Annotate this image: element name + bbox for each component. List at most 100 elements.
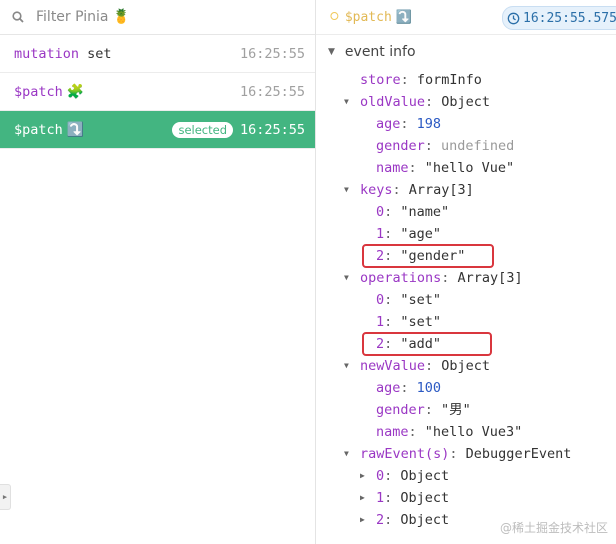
tree-value: "set"	[400, 292, 442, 308]
event-detail-pane: ⭘ $patch ⤵️ 16:25:55.575 ▼ event info st…	[316, 0, 616, 544]
tree-key: newValue	[360, 358, 426, 374]
tree-key: name	[376, 160, 409, 176]
arrow-down-icon: ⤵️	[66, 121, 85, 138]
tree-row: gender: undefined	[376, 138, 515, 154]
mutation-kind: mutation	[14, 45, 80, 62]
mutation-time: 16:25:55	[239, 121, 305, 138]
tree-key: 0	[376, 468, 385, 484]
tree-row: name: "hello Vue"	[376, 160, 515, 176]
tree-type: Array[3]	[457, 270, 523, 286]
tree-value: 198	[416, 116, 442, 132]
mutation-row[interactable]: mutation set 16:25:55	[0, 35, 315, 73]
tree-value: "hello Vue"	[424, 160, 515, 176]
tree-key: age	[376, 116, 401, 132]
timestamp-badge: 16:25:55.575	[502, 6, 616, 30]
tree-value: "男"	[441, 402, 471, 418]
tree-type: Object	[441, 358, 491, 374]
mutation-row-selected[interactable]: $patch ⤵️ selected 16:25:55	[0, 111, 315, 149]
tree-key: 0	[376, 204, 385, 220]
filter-input[interactable]: Filter Pinia	[36, 9, 109, 25]
tree-type: Object	[400, 512, 450, 528]
mutation-row[interactable]: $patch 🧩 16:25:55	[0, 73, 315, 111]
tree-node-rawevents[interactable]: ▼ rawEvent(s): DebuggerEvent	[316, 443, 616, 465]
tree-key: gender	[376, 402, 425, 418]
tree-key: store	[360, 72, 401, 88]
pineapple-icon: 🍍	[112, 9, 130, 25]
mutation-kind: $patch	[14, 121, 63, 138]
caret-right-icon[interactable]: ▶	[360, 465, 365, 487]
tree-type: Object	[400, 490, 450, 506]
caret-down-icon[interactable]: ▼	[344, 443, 349, 465]
timestamp-text: 16:25:55.575	[523, 10, 616, 26]
tree-row-highlighted: 2: "gender"	[316, 244, 616, 268]
tree-key: 1	[376, 490, 385, 506]
tree-key: age	[376, 380, 401, 396]
tree-node-newvalue[interactable]: ▼ newValue: Object	[316, 355, 616, 377]
tree-key: oldValue	[360, 94, 426, 110]
detail-title: $patch	[344, 9, 392, 25]
tree-key: rawEvent(s)	[360, 446, 450, 462]
caret-down-icon[interactable]: ▼	[344, 179, 349, 201]
caret-right-icon[interactable]: ▶	[360, 487, 365, 509]
tree-row: age: 100	[376, 380, 442, 396]
detail-header: ⭘ $patch ⤵️ 16:25:55.575	[316, 0, 616, 35]
selected-badge: selected	[172, 121, 233, 138]
event-tree: store: formInfo ▼ oldValue: Object age: …	[316, 69, 616, 531]
tree-key: operations	[360, 270, 442, 286]
search-icon	[12, 11, 24, 23]
tree-value: formInfo	[416, 72, 482, 88]
tree-row-store: store: formInfo	[360, 72, 482, 88]
tree-type: Object	[441, 94, 491, 110]
expand-pane-handle[interactable]: ▶	[0, 484, 11, 510]
mutation-name: set	[87, 45, 112, 62]
tree-key: name	[376, 424, 409, 440]
tree-key: 1	[376, 226, 385, 242]
filter-bar[interactable]: Filter Pinia 🍍	[0, 0, 315, 35]
mutation-kind: $patch	[14, 83, 63, 100]
clock-icon	[507, 12, 520, 24]
puzzle-icon: 🧩	[66, 83, 85, 100]
tree-node-operations[interactable]: ▼ operations: Array[3]	[316, 267, 616, 289]
tree-node-collapsed[interactable]: ▶ 0: Object	[316, 465, 616, 487]
tree-key: 0	[376, 292, 385, 308]
caret-down-icon[interactable]: ▼	[344, 355, 349, 377]
tree-type: Object	[400, 468, 450, 484]
arrow-down-icon: ⤵️	[395, 9, 412, 25]
tree-node-keys[interactable]: ▼ keys: Array[3]	[316, 179, 616, 201]
tree-key: 2	[376, 512, 385, 528]
tree-value: undefined	[441, 138, 515, 154]
tree-key: 1	[376, 314, 385, 330]
tree-row: 0: "set"	[376, 292, 442, 308]
tree-row: 0: "name"	[376, 204, 450, 220]
tree-value: 100	[416, 380, 442, 396]
caret-down-icon: ▼	[328, 47, 335, 57]
tree-key: gender	[376, 138, 425, 154]
tree-node-collapsed[interactable]: ▶ 1: Object	[316, 487, 616, 509]
caret-down-icon[interactable]: ▼	[344, 267, 349, 289]
mutation-list-pane: Filter Pinia 🍍 mutation set 16:25:55 $pa…	[0, 0, 316, 544]
mutation-time: 16:25:55	[239, 83, 305, 100]
highlight-box	[362, 244, 494, 268]
tree-row: 1: "age"	[376, 226, 442, 242]
tree-value: "age"	[400, 226, 442, 242]
caret-down-icon[interactable]: ▼	[344, 91, 349, 113]
tree-value: "name"	[400, 204, 450, 220]
chevron-right-icon: ▶	[2, 493, 8, 501]
tree-type: DebuggerEvent	[465, 446, 572, 462]
patch-dot-icon: ⭘	[330, 10, 339, 23]
tree-row: 1: "set"	[376, 314, 442, 330]
tree-row: age: 198	[376, 116, 442, 132]
tree-row: gender: "男"	[376, 402, 471, 418]
tree-value: "set"	[400, 314, 442, 330]
section-title: event info	[344, 44, 416, 60]
event-info-toggle[interactable]: ▼ event info	[316, 35, 616, 69]
tree-row: name: "hello Vue3"	[376, 424, 523, 440]
caret-right-icon[interactable]: ▶	[360, 509, 365, 531]
tree-value: "hello Vue3"	[424, 424, 523, 440]
tree-node-oldvalue[interactable]: ▼ oldValue: Object	[316, 91, 616, 113]
mutation-time: 16:25:55	[239, 45, 305, 62]
tree-type: Array[3]	[408, 182, 474, 198]
highlight-box	[362, 332, 492, 356]
tree-key: keys	[360, 182, 393, 198]
watermark: @稀土掘金技术社区	[499, 521, 608, 535]
